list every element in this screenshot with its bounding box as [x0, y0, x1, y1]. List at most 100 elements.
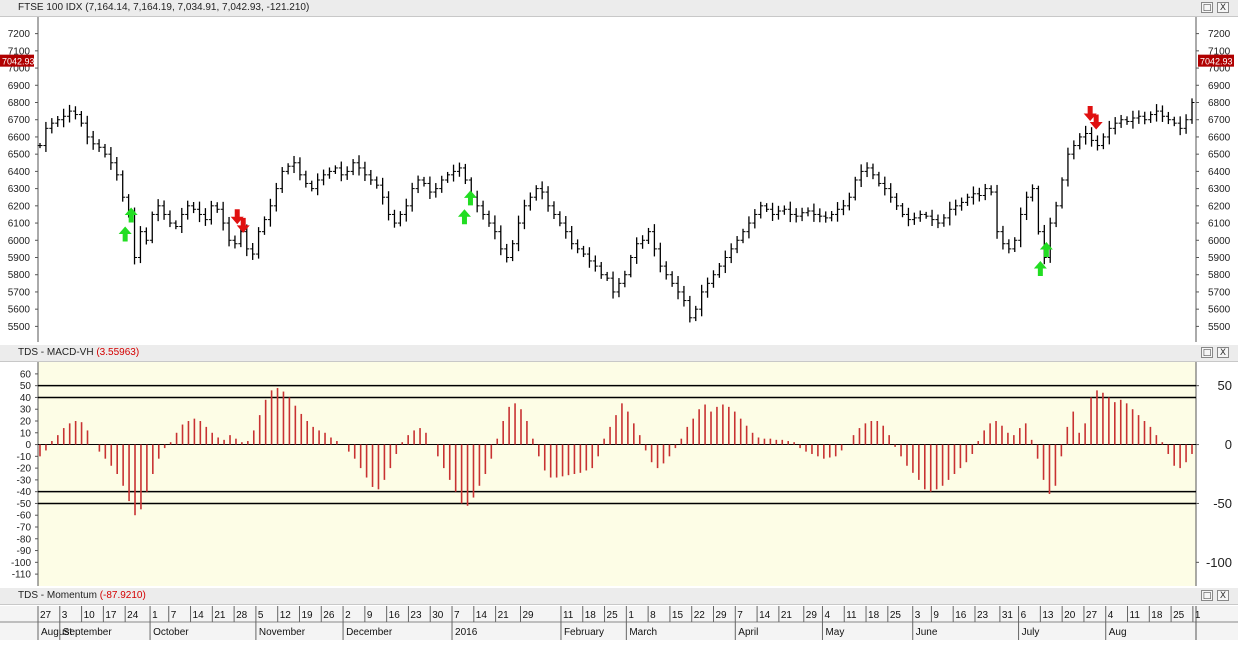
macd-panel-restore-button[interactable]: □ [1201, 347, 1213, 358]
ohlc-bar [970, 186, 976, 205]
price-right-tick-label: 5500 [1208, 322, 1231, 333]
day-tick-label: 11 [563, 610, 574, 621]
day-tick-label: 14 [193, 610, 205, 621]
ohlc-bar [55, 116, 61, 127]
day-tick-label: 19 [301, 610, 313, 621]
buy-arrow-3-b [1039, 242, 1053, 257]
macd-left-tick-label: -70 [17, 523, 32, 534]
price-left-tick-label: 6700 [8, 115, 31, 126]
ohlc-bar [84, 115, 90, 145]
ohlc-bar [421, 176, 427, 187]
price-right-tick-label: 6100 [1208, 219, 1231, 230]
ohlc-bar [905, 207, 911, 227]
ohlc-bar [1094, 135, 1100, 151]
ohlc-bar [208, 200, 214, 225]
ohlc-bar [386, 191, 392, 221]
ohlc-bar [805, 207, 811, 217]
day-tick-label: 25 [607, 610, 619, 621]
price-right-tick-label: 6900 [1208, 81, 1231, 92]
ohlc-bar [527, 192, 533, 211]
ohlc-bar [758, 201, 764, 219]
month-label: February [564, 627, 604, 638]
macd-panel-close-button[interactable]: X [1217, 347, 1229, 358]
ohlc-bar [120, 170, 126, 202]
ohlc-bar [1083, 125, 1089, 145]
month-label: March [629, 627, 657, 638]
macd-chart-pane[interactable]: 60 50 40 30 20 10 0 -10 -20 -30 -40 -50 -60 -70 -80 -90… [0, 362, 1238, 586]
ohlc-bar [710, 270, 716, 288]
day-tick-label: 30 [432, 610, 444, 621]
ohlc-bar [226, 216, 232, 247]
momentum-panel-close-button[interactable]: X [1217, 590, 1229, 601]
ohlc-bar [155, 199, 161, 222]
day-tick-label: 29 [806, 610, 818, 621]
ohlc-bar [705, 277, 711, 298]
price-right-tick-label: 6800 [1208, 98, 1231, 109]
price-panel-close-button[interactable]: X [1217, 2, 1229, 13]
day-tick-label: 22 [694, 610, 706, 621]
ohlc-bar [49, 118, 55, 134]
ohlc-bar [693, 305, 699, 322]
ohlc-bar [604, 271, 610, 281]
ohlc-bar [510, 240, 516, 262]
ohlc-bar [941, 214, 947, 227]
day-tick-label: 16 [389, 610, 401, 621]
day-tick-label: 21 [781, 610, 793, 621]
price-right-tick-label: 6300 [1208, 184, 1231, 195]
day-tick-label: 27 [1086, 610, 1098, 621]
ohlc-bar [451, 164, 457, 182]
macd-left-tick-label: 40 [20, 393, 32, 404]
month-label: May [825, 627, 844, 638]
ohlc-bar [267, 198, 273, 227]
month-label: September [63, 627, 113, 638]
buy-arrow-2-b [463, 190, 477, 206]
price-left-tick-label: 6100 [8, 219, 31, 230]
day-tick-label: 4 [824, 610, 830, 621]
ohlc-bar [315, 173, 321, 196]
price-left-tick-label: 6500 [8, 150, 31, 161]
macd-left-tick-label: -100 [11, 558, 31, 569]
ohlc-bar [817, 208, 823, 223]
price-chart-pane[interactable]: 5500 5500 5600 5600 5700 5700 5800 5800 5900 5900… [0, 17, 1238, 342]
ohlc-bar [321, 169, 327, 186]
ohlc-bar [1077, 133, 1083, 150]
ohlc-bar [882, 176, 888, 196]
ohlc-bar [628, 254, 634, 278]
price-panel-restore-button[interactable]: □ [1201, 2, 1213, 13]
momentum-panel-titlebar: TDS - Momentum (-87.9210) □ X [0, 588, 1238, 605]
ohlc-bar [888, 183, 894, 203]
price-left-tick-label: 5900 [8, 253, 31, 264]
ohlc-bar [923, 211, 929, 219]
ohlc-bar [433, 183, 439, 198]
price-left-tick-label: 6400 [8, 167, 31, 178]
month-label: October [153, 627, 189, 638]
macd-left-tick-label: -40 [17, 487, 32, 498]
ohlc-bar [285, 163, 291, 175]
price-right-tick-label: 5600 [1208, 305, 1231, 316]
macd-left-tick-label: 0 [25, 440, 31, 451]
last-price-tag-left-text: 7042.93 [2, 57, 35, 67]
month-label: April [738, 627, 758, 638]
day-tick-label: 1 [152, 610, 158, 621]
price-left-tick-label: 5600 [8, 305, 31, 316]
ohlc-bar [994, 184, 1000, 239]
ohlc-bar [947, 201, 953, 226]
ohlc-bar [179, 207, 185, 234]
price-right-tick-label: 5900 [1208, 253, 1231, 264]
day-tick-label: 25 [890, 610, 902, 621]
ohlc-bar [185, 200, 191, 220]
ohlc-bar [279, 167, 285, 193]
ohlc-bar [728, 243, 734, 264]
ohlc-bar [1000, 225, 1006, 250]
ohlc-bar [1089, 127, 1095, 147]
day-tick-label: 7 [171, 610, 177, 621]
momentum-panel-restore-button[interactable]: □ [1201, 590, 1213, 601]
macd-right-tick-label: -100 [1206, 555, 1232, 570]
macd-left-tick-label: -80 [17, 534, 32, 545]
ohlc-bar [1006, 239, 1012, 254]
ohlc-bar [551, 201, 557, 219]
ohlc-bar [1100, 133, 1106, 150]
ohlc-bar [610, 271, 616, 299]
price-right-tick-label: 6500 [1208, 150, 1231, 161]
price-left-tick-label: 6800 [8, 98, 31, 109]
